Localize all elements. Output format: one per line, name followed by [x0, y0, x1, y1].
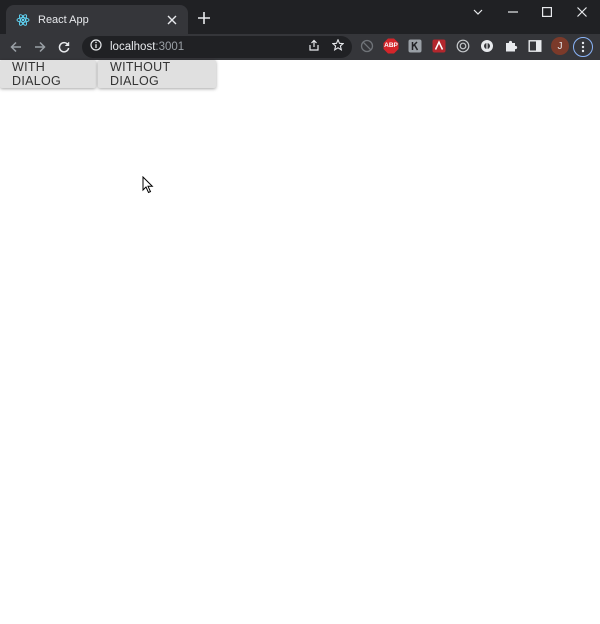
forward-icon[interactable]: [28, 35, 52, 59]
with-dialog-button[interactable]: WITH DIALOG: [0, 60, 96, 88]
profile-avatar[interactable]: J: [551, 37, 569, 55]
mouse-cursor-icon: [142, 175, 154, 199]
adblock-plus-icon[interactable]: ABP: [383, 38, 399, 54]
close-tab-icon[interactable]: [164, 12, 180, 28]
address-bar[interactable]: localhost:3001: [82, 36, 352, 58]
without-dialog-button[interactable]: WITHOUT DIALOG: [98, 60, 216, 88]
button-row: WITH DIALOG WITHOUT DIALOG: [0, 60, 218, 88]
puzzle-icon[interactable]: [503, 38, 519, 54]
back-icon[interactable]: [4, 35, 28, 59]
url-port: :3001: [155, 41, 185, 53]
bookmark-star-icon[interactable]: [331, 38, 345, 56]
browser-toolbar: localhost:3001 ABP J: [0, 34, 600, 60]
url-text: localhost:3001: [110, 41, 308, 53]
reload-icon[interactable]: [52, 35, 76, 59]
blocked-extension-icon[interactable]: [359, 38, 375, 54]
page-content: WITH DIALOG WITHOUT DIALOG: [0, 60, 600, 624]
tab-strip: React App: [0, 0, 600, 34]
tab-react-app[interactable]: React App: [6, 5, 188, 34]
red-extension-icon[interactable]: [431, 38, 447, 54]
tab-search-icon[interactable]: [461, 0, 495, 24]
tab-title: React App: [38, 13, 89, 26]
target-extension-icon[interactable]: [455, 38, 471, 54]
abp-label: ABP: [384, 42, 398, 49]
info-icon[interactable]: [90, 38, 102, 56]
side-panel-icon[interactable]: [527, 38, 543, 54]
url-host: localhost: [110, 41, 156, 53]
profile-initial: J: [557, 40, 563, 52]
kebab-menu-icon[interactable]: [573, 37, 593, 57]
globe-extension-icon[interactable]: [479, 38, 495, 54]
close-window-icon[interactable]: [565, 0, 599, 24]
browser-chrome: React App localhost:3001 ABP J: [0, 0, 600, 60]
new-tab-button[interactable]: [194, 9, 214, 29]
react-icon: [16, 13, 30, 27]
maximize-icon[interactable]: [530, 0, 564, 24]
minimize-icon[interactable]: [496, 0, 530, 24]
k-extension-icon[interactable]: [407, 38, 423, 54]
share-icon[interactable]: [308, 38, 320, 56]
